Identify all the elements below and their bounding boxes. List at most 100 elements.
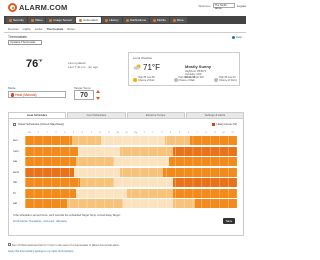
schedule-block[interactable]: [194, 199, 237, 208]
schedule-block[interactable]: [71, 136, 102, 145]
more-icon: [172, 18, 176, 22]
schedule-block[interactable]: [162, 167, 237, 177]
day-schedule-bar[interactable]: [25, 178, 237, 187]
forecast-day: High 86 Low 61 Chance of Storm: [214, 76, 237, 83]
schedule-block[interactable]: [75, 157, 115, 166]
footer-checkbox[interactable]: [8, 243, 11, 246]
schedule-block[interactable]: [173, 146, 237, 156]
help-link[interactable]: Help: [231, 35, 242, 39]
nav-security[interactable]: Security: [6, 17, 27, 23]
day-schedule-bar[interactable]: [25, 146, 237, 156]
apply-settings-link[interactable]: Apply this thermostat's settings to my o…: [8, 250, 73, 253]
schedule-block[interactable]: [25, 167, 74, 177]
footer-option: Turn off thermostat and fan for 1 hour i…: [8, 243, 120, 247]
schedule-block[interactable]: [80, 178, 115, 187]
schedule-grid[interactable]: 12a 1 2 3 4 5 6 7 8 9 10 11 12p 1 2 3 4 5 6 7 8 9 10 11 sun mon…: [13, 132, 239, 208]
smart-schedule-option[interactable]: Smart Schedules (Armed Stay/Away): [13, 122, 64, 126]
decrease-temp-icon[interactable]: [96, 97, 100, 100]
account-select[interactable]: The Smith Home: [212, 3, 235, 10]
local-weather-panel: Local Weather 71°F Mostly Sunny High/Low…: [128, 52, 240, 86]
schedule-legend: Likely Home (%): [212, 122, 237, 126]
schedule-note: If the schedule is armed home, we'll ove…: [13, 214, 121, 217]
logout-link[interactable]: Logout: [237, 4, 246, 8]
day-label: wed: [13, 169, 19, 174]
schedule-block[interactable]: [101, 136, 165, 145]
schedule-block[interactable]: [25, 146, 78, 156]
hour-label: 9: [214, 132, 216, 134]
schedule-block[interactable]: [114, 178, 174, 187]
hour-label: 9: [108, 132, 110, 134]
storm-icon: [214, 77, 219, 82]
hour-label: 3: [55, 132, 57, 134]
schedule-block[interactable]: [120, 167, 163, 177]
day-label: sat: [13, 201, 18, 205]
schedule-block[interactable]: [122, 199, 174, 208]
schedule-block[interactable]: [25, 199, 68, 208]
nav-automation[interactable]: Automation: [76, 17, 102, 23]
nav-image-sensor[interactable]: Image Sensor: [46, 17, 76, 23]
flame-icon: [11, 92, 14, 97]
hour-label: 2: [152, 132, 154, 134]
day-schedule-bar[interactable]: [25, 167, 237, 177]
schedule-block[interactable]: [78, 146, 121, 156]
schedule-block[interactable]: [73, 167, 121, 177]
weather-title: Local Weather: [133, 56, 153, 60]
schedule-block[interactable]: [25, 136, 72, 145]
hour-label: 10: [222, 132, 225, 134]
save-button[interactable]: Save: [223, 218, 235, 224]
smart-schedule-checkbox[interactable]: [13, 122, 16, 126]
target-temp-stepper: [96, 90, 100, 100]
nav-label: Security: [13, 18, 24, 22]
nav-mobile[interactable]: Mobile: [150, 17, 169, 23]
schedule-links[interactable]: Scroll Inactive Timestamps · Add event ·…: [13, 220, 67, 223]
hour-label: 6: [187, 132, 189, 134]
thermostat-select[interactable]: Upstairs Thermostat: [8, 40, 42, 45]
temp-unit: °F: [38, 58, 43, 63]
nav-more[interactable]: More: [169, 17, 187, 23]
schedule-block[interactable]: [25, 157, 76, 166]
schedule-block[interactable]: [173, 188, 237, 198]
forecast-text: Chance of Rain: [138, 78, 155, 82]
help-icon: [231, 35, 235, 39]
schedule-block[interactable]: [25, 178, 81, 187]
day-row-fri: fri: [13, 188, 239, 198]
schedule-block[interactable]: [169, 157, 237, 166]
schedule-block[interactable]: [75, 188, 127, 198]
nav-notifications[interactable]: Notifications: [122, 17, 150, 23]
day-row-sat: sat: [13, 199, 239, 208]
day-schedule-bar[interactable]: [25, 188, 237, 198]
day-schedule-bar[interactable]: [25, 136, 237, 145]
hour-label: 7: [196, 132, 198, 134]
schedule-block[interactable]: [120, 146, 174, 156]
schedule-block[interactable]: [173, 199, 195, 208]
nav-label: Automation: [83, 18, 99, 22]
camera-icon: [49, 18, 53, 22]
hour-label: 8: [99, 132, 101, 134]
schedule-block[interactable]: [114, 157, 170, 166]
day-schedule-bar[interactable]: [25, 199, 237, 208]
nav-video[interactable]: Video: [27, 17, 46, 23]
thermostats-title: Thermostats: [8, 35, 27, 39]
schedule-block[interactable]: [190, 136, 237, 145]
schedule-block[interactable]: [25, 188, 76, 198]
hour-label: 11: [231, 132, 234, 134]
logo-icon: [8, 3, 17, 12]
brand-logo[interactable]: ALARM.COM: [8, 2, 67, 13]
main-nav: Security Video Image Sensor Automation H…: [4, 16, 246, 24]
nav-history[interactable]: History: [102, 17, 122, 23]
header: ALARM.COM Welcome The Smith Home Logout: [0, 0, 250, 17]
hour-label: 12p: [133, 132, 138, 134]
increase-temp-icon[interactable]: [96, 90, 100, 93]
schedule-block[interactable]: [173, 178, 237, 187]
schedule-block[interactable]: [164, 136, 191, 145]
nav-label: History: [109, 18, 119, 22]
hour-label: 5: [72, 132, 75, 134]
day-schedule-bar[interactable]: [25, 157, 237, 166]
video-icon: [30, 18, 34, 22]
current-temp-value: 76: [26, 58, 39, 70]
schedule-block[interactable]: [67, 199, 123, 208]
schedule-block[interactable]: [126, 188, 174, 198]
mode-select[interactable]: Heat (Manual): [8, 91, 66, 98]
target-temp-value[interactable]: 70: [74, 90, 94, 100]
hour-label: 2: [46, 132, 48, 134]
